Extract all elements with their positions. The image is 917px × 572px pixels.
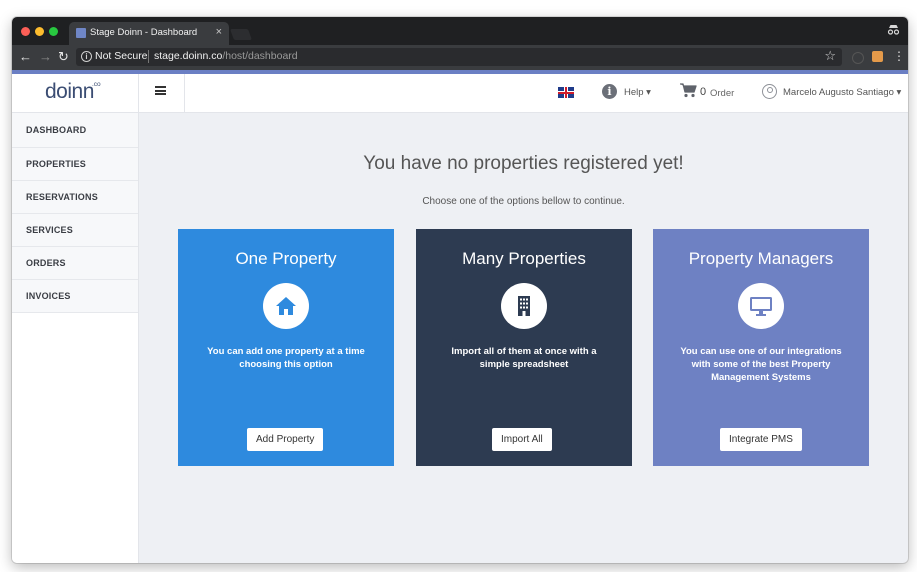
integrate-pms-button[interactable]: Integrate PMS [720,428,802,451]
sidebar-item-properties[interactable]: PROPERTIES [12,148,138,181]
user-avatar-icon[interactable] [762,84,777,99]
browser-toolbar: ← → ↻ i Not Secure stage.doinn.co/host/d… [12,45,908,70]
import-all-button[interactable]: Import All [492,428,552,451]
url-path: /host/dashboard [222,50,298,62]
building-icon [501,283,547,329]
browser-tab[interactable]: Stage Doinn - Dashboard × [69,22,229,45]
extension-icon-2[interactable] [872,51,883,62]
card-one-property: One Property You can add one property at… [178,229,394,466]
info-icon[interactable]: i [81,51,92,62]
url-divider [148,50,149,63]
sidebar-item-invoices[interactable]: INVOICES [12,280,138,313]
incognito-icon [887,24,900,38]
bookmark-star-icon[interactable]: ☆ [824,48,836,64]
card-title: Property Managers [688,249,834,268]
cart-icon[interactable] [680,83,697,103]
sidebar-item-orders[interactable]: ORDERS [12,247,138,280]
maximize-window-button[interactable] [49,27,58,36]
card-description: You can add one property at a time choos… [207,346,365,370]
help-dropdown[interactable]: Help ▾ [624,87,651,98]
tab-close-icon[interactable]: × [216,26,222,38]
order-count[interactable]: 0 [700,86,706,98]
sidebar-item-services[interactable]: SERVICES [12,214,138,247]
favicon-icon [76,28,86,38]
add-property-button[interactable]: Add Property [247,428,324,451]
card-description: You can use one of our integrations with… [680,346,842,383]
help-label: Help [624,87,644,98]
app-header: doinn .co i Help ▾ 0 Order Marcelo Augus… [12,74,908,113]
logo: doinn [45,80,94,103]
order-label[interactable]: Order [710,88,734,99]
user-name: Marcelo Augusto Santiago [783,87,894,98]
address-bar[interactable]: i Not Secure stage.doinn.co/host/dashboa… [76,48,842,66]
card-property-managers: Property Managers You can use one of our… [653,229,869,466]
url-host: stage.doinn.co [154,50,223,62]
sidebar-item-dashboard[interactable]: DASHBOARD [12,113,138,148]
logo-suffix: .co [92,81,101,88]
forward-icon[interactable]: → [39,49,52,65]
close-window-button[interactable] [21,27,30,36]
browser-window: Stage Doinn - Dashboard × ← → ↻ i Not Se… [12,17,908,563]
page-title: You have no properties registered yet! [363,153,684,174]
card-many-properties: Many Properties Import all of them at on… [416,229,632,466]
home-icon [263,283,309,329]
security-label: Not Secure [95,50,148,62]
tab-title: Stage Doinn - Dashboard [90,27,198,38]
main-content: You have no properties registered yet! C… [139,113,908,563]
url-text[interactable]: stage.doinn.co/host/dashboard [154,50,298,62]
minimize-window-button[interactable] [35,27,44,36]
desktop-icon [738,283,784,329]
browser-titlebar: Stage Doinn - Dashboard × [12,17,908,45]
page-subtitle: Choose one of the options bellow to cont… [422,196,625,207]
reload-icon[interactable]: ↻ [58,49,69,65]
uk-flag-icon[interactable] [558,87,574,98]
browser-menu-icon[interactable]: ⋮ [893,49,905,63]
sidebar-item-reservations[interactable]: RESERVATIONS [12,181,138,214]
back-icon[interactable]: ← [19,49,32,65]
card-title: Many Properties [462,249,586,268]
logo-container[interactable]: doinn .co [12,74,139,112]
new-tab-button[interactable] [229,29,253,40]
card-title: One Property [235,249,337,268]
sidebar: DASHBOARD PROPERTIES RESERVATIONS SERVIC… [12,113,139,563]
hamburger-icon [155,86,166,95]
user-menu-dropdown[interactable]: Marcelo Augusto Santiago ▾ [783,87,901,98]
card-description: Import all of them at once with a simple… [451,346,597,370]
info-circle-icon[interactable]: i [602,84,617,99]
extension-icon[interactable] [852,52,864,64]
menu-toggle-button[interactable] [138,74,185,112]
